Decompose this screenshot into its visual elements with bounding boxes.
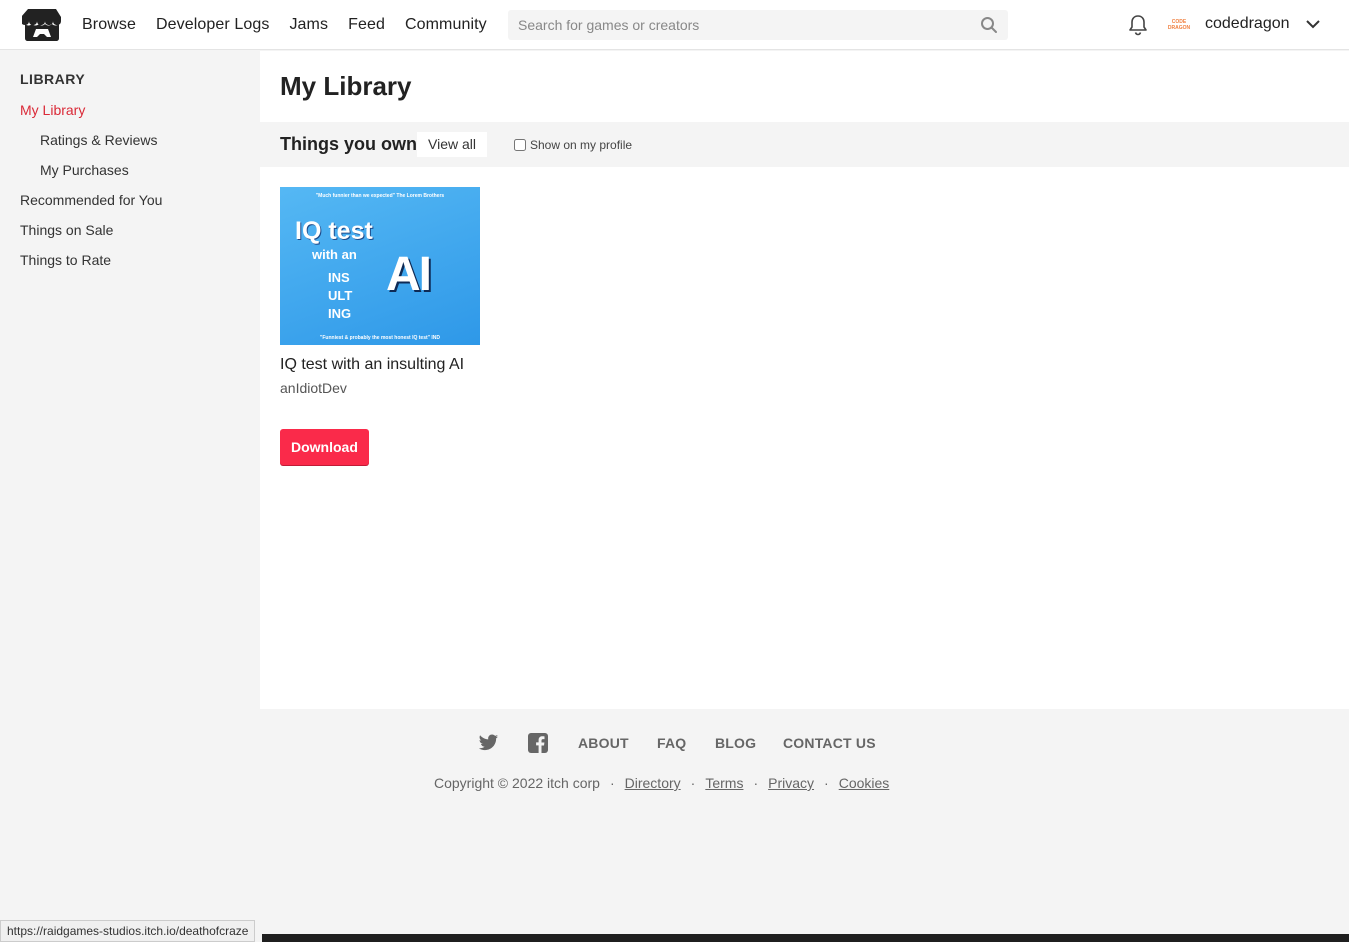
game-author-link[interactable]: anIdiotDev bbox=[280, 380, 347, 396]
nav-community[interactable]: Community bbox=[405, 16, 487, 34]
footer-terms-link[interactable]: Terms bbox=[705, 775, 743, 791]
footer-cookies-link[interactable]: Cookies bbox=[839, 775, 890, 791]
main-content: My Library Things you own View all Show … bbox=[260, 51, 1349, 709]
search-input[interactable] bbox=[508, 10, 1008, 40]
cover-quote-top: "Much funnier than we expected" The Lore… bbox=[315, 193, 445, 199]
twitter-icon[interactable] bbox=[478, 733, 499, 753]
cover-title-line3: INS ULT ING bbox=[328, 269, 352, 323]
footer-copyright-row: Copyright © 2022 itch corp · Directory · Ter… bbox=[434, 775, 890, 791]
notifications-bell-icon[interactable] bbox=[1128, 14, 1148, 36]
avatar-text-line2: DRAGON bbox=[1167, 25, 1191, 31]
cover-title-big: AI bbox=[386, 248, 432, 301]
owned-section-header: Things you own View all Show on my profi… bbox=[260, 122, 1349, 167]
sidebar-title: LIBRARY bbox=[20, 71, 86, 87]
footer-links: ABOUT FAQ BLOG CONTACT US bbox=[0, 733, 1349, 755]
sidebar-item-my-library[interactable]: My Library bbox=[20, 102, 85, 118]
footer-about-link[interactable]: ABOUT bbox=[578, 735, 629, 751]
footer-directory-link[interactable]: Directory bbox=[625, 775, 681, 791]
nav-jams[interactable]: Jams bbox=[289, 16, 328, 34]
status-url-tooltip: https://raidgames-studios.itch.io/deatho… bbox=[0, 920, 256, 942]
user-avatar[interactable]: CODE DRAGON bbox=[1166, 12, 1192, 38]
chevron-down-icon[interactable] bbox=[1305, 18, 1321, 30]
footer-faq-link[interactable]: FAQ bbox=[657, 735, 686, 751]
sidebar-item-ratings-reviews[interactable]: Ratings & Reviews bbox=[40, 132, 158, 148]
section-title: Things you own bbox=[280, 134, 417, 154]
facebook-icon[interactable] bbox=[528, 733, 548, 753]
nav-developer-logs[interactable]: Developer Logs bbox=[156, 16, 269, 34]
cover-ult: ULT bbox=[328, 288, 353, 303]
show-on-profile-checkbox[interactable] bbox=[514, 139, 526, 151]
sidebar-item-my-purchases[interactable]: My Purchases bbox=[40, 162, 129, 178]
top-header: Browse Developer Logs Jams Feed Communit… bbox=[0, 0, 1349, 50]
main-nav: Browse Developer Logs Jams Feed Communit… bbox=[82, 0, 507, 50]
cover-quote-bottom: "Funniest & probably the most honest IQ … bbox=[319, 335, 441, 341]
itchio-logo-icon[interactable] bbox=[22, 7, 62, 43]
page-title: My Library bbox=[280, 71, 412, 101]
view-all-button[interactable]: View all bbox=[417, 132, 487, 157]
game-cover-image[interactable]: "Much funnier than we expected" The Lore… bbox=[280, 187, 480, 345]
nav-browse[interactable]: Browse bbox=[82, 16, 136, 34]
download-button[interactable]: Download bbox=[280, 429, 369, 465]
username[interactable]: codedragon bbox=[1205, 15, 1290, 33]
search-box bbox=[508, 10, 1008, 40]
footer-privacy-link[interactable]: Privacy bbox=[768, 775, 814, 791]
cover-ing: ING bbox=[328, 306, 352, 321]
show-on-profile-label: Show on my profile bbox=[530, 138, 633, 152]
search-icon[interactable] bbox=[980, 16, 998, 34]
cover-title-line1: IQ test bbox=[295, 217, 373, 245]
nav-feed[interactable]: Feed bbox=[348, 16, 385, 34]
copyright-text: Copyright © 2022 itch corp bbox=[434, 775, 600, 791]
footer-blog-link[interactable]: BLOG bbox=[715, 735, 756, 751]
cover-title-line2: with an bbox=[312, 247, 357, 262]
show-on-profile-toggle[interactable]: Show on my profile bbox=[514, 138, 632, 152]
game-title-link[interactable]: IQ test with an insulting AI bbox=[280, 356, 464, 374]
sidebar-item-recommended[interactable]: Recommended for You bbox=[20, 192, 162, 208]
footer-contact-link[interactable]: CONTACT US bbox=[783, 735, 876, 751]
bottom-strip bbox=[262, 934, 1349, 942]
cover-ins: INS bbox=[328, 270, 350, 285]
sidebar-item-things-to-rate[interactable]: Things to Rate bbox=[20, 252, 111, 268]
sidebar-item-things-on-sale[interactable]: Things on Sale bbox=[20, 222, 113, 238]
